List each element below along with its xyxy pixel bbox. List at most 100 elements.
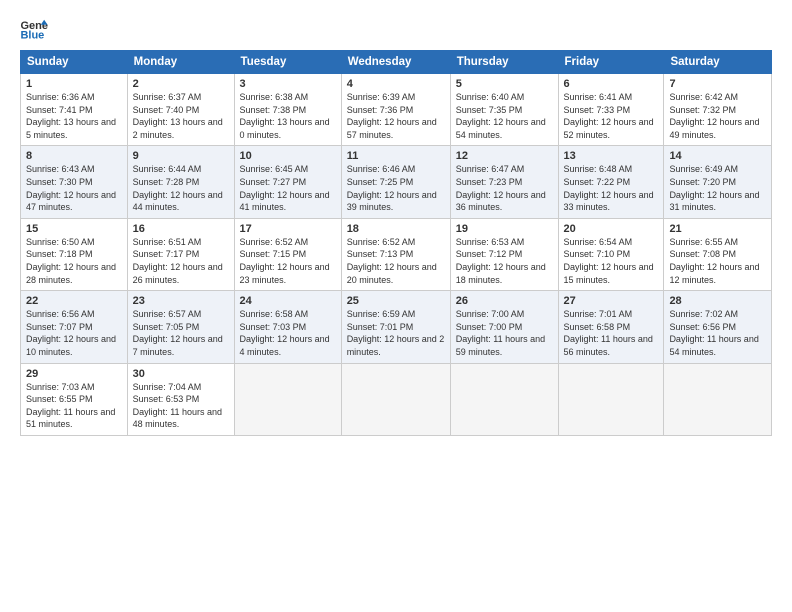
day-cell-8: 8Sunrise: 6:43 AMSunset: 7:30 PMDaylight… <box>21 146 128 218</box>
day-cell-13: 13Sunrise: 6:48 AMSunset: 7:22 PMDayligh… <box>558 146 664 218</box>
day-number: 30 <box>133 368 229 380</box>
day-number: 8 <box>26 150 122 162</box>
day-number: 1 <box>26 78 122 90</box>
day-number: 27 <box>564 295 659 307</box>
day-info: Sunrise: 6:56 AMSunset: 7:07 PMDaylight:… <box>26 308 122 358</box>
day-number: 19 <box>456 223 553 235</box>
col-header-tuesday: Tuesday <box>234 51 341 74</box>
col-header-saturday: Saturday <box>664 51 772 74</box>
day-info: Sunrise: 6:41 AMSunset: 7:33 PMDaylight:… <box>564 91 659 141</box>
day-number: 14 <box>669 150 766 162</box>
col-header-wednesday: Wednesday <box>341 51 450 74</box>
day-info: Sunrise: 6:48 AMSunset: 7:22 PMDaylight:… <box>564 163 659 213</box>
col-header-sunday: Sunday <box>21 51 128 74</box>
day-info: Sunrise: 6:47 AMSunset: 7:23 PMDaylight:… <box>456 163 553 213</box>
day-number: 13 <box>564 150 659 162</box>
col-header-friday: Friday <box>558 51 664 74</box>
day-info: Sunrise: 6:40 AMSunset: 7:35 PMDaylight:… <box>456 91 553 141</box>
day-info: Sunrise: 6:55 AMSunset: 7:08 PMDaylight:… <box>669 236 766 286</box>
day-cell-6: 6Sunrise: 6:41 AMSunset: 7:33 PMDaylight… <box>558 74 664 146</box>
day-cell-2: 2Sunrise: 6:37 AMSunset: 7:40 PMDaylight… <box>127 74 234 146</box>
day-info: Sunrise: 6:44 AMSunset: 7:28 PMDaylight:… <box>133 163 229 213</box>
day-info: Sunrise: 6:57 AMSunset: 7:05 PMDaylight:… <box>133 308 229 358</box>
day-number: 25 <box>347 295 445 307</box>
day-cell-17: 17Sunrise: 6:52 AMSunset: 7:15 PMDayligh… <box>234 218 341 290</box>
calendar-table: SundayMondayTuesdayWednesdayThursdayFrid… <box>20 50 772 436</box>
day-cell-5: 5Sunrise: 6:40 AMSunset: 7:35 PMDaylight… <box>450 74 558 146</box>
day-number: 2 <box>133 78 229 90</box>
day-info: Sunrise: 6:52 AMSunset: 7:13 PMDaylight:… <box>347 236 445 286</box>
day-info: Sunrise: 7:03 AMSunset: 6:55 PMDaylight:… <box>26 381 122 431</box>
day-info: Sunrise: 6:50 AMSunset: 7:18 PMDaylight:… <box>26 236 122 286</box>
empty-cell <box>341 363 450 435</box>
week-row-2: 8Sunrise: 6:43 AMSunset: 7:30 PMDaylight… <box>21 146 772 218</box>
header: General Blue <box>20 18 772 40</box>
day-cell-15: 15Sunrise: 6:50 AMSunset: 7:18 PMDayligh… <box>21 218 128 290</box>
day-info: Sunrise: 6:51 AMSunset: 7:17 PMDaylight:… <box>133 236 229 286</box>
empty-cell <box>234 363 341 435</box>
day-cell-19: 19Sunrise: 6:53 AMSunset: 7:12 PMDayligh… <box>450 218 558 290</box>
day-number: 29 <box>26 368 122 380</box>
col-header-thursday: Thursday <box>450 51 558 74</box>
day-cell-16: 16Sunrise: 6:51 AMSunset: 7:17 PMDayligh… <box>127 218 234 290</box>
day-cell-22: 22Sunrise: 6:56 AMSunset: 7:07 PMDayligh… <box>21 291 128 363</box>
day-cell-1: 1Sunrise: 6:36 AMSunset: 7:41 PMDaylight… <box>21 74 128 146</box>
week-row-5: 29Sunrise: 7:03 AMSunset: 6:55 PMDayligh… <box>21 363 772 435</box>
day-number: 5 <box>456 78 553 90</box>
day-cell-12: 12Sunrise: 6:47 AMSunset: 7:23 PMDayligh… <box>450 146 558 218</box>
day-number: 17 <box>240 223 336 235</box>
day-info: Sunrise: 6:39 AMSunset: 7:36 PMDaylight:… <box>347 91 445 141</box>
day-number: 10 <box>240 150 336 162</box>
day-info: Sunrise: 6:36 AMSunset: 7:41 PMDaylight:… <box>26 91 122 141</box>
day-number: 16 <box>133 223 229 235</box>
day-info: Sunrise: 6:43 AMSunset: 7:30 PMDaylight:… <box>26 163 122 213</box>
empty-cell <box>450 363 558 435</box>
logo-icon: General Blue <box>20 18 48 40</box>
day-info: Sunrise: 6:59 AMSunset: 7:01 PMDaylight:… <box>347 308 445 358</box>
day-number: 18 <box>347 223 445 235</box>
day-info: Sunrise: 6:49 AMSunset: 7:20 PMDaylight:… <box>669 163 766 213</box>
day-number: 3 <box>240 78 336 90</box>
day-info: Sunrise: 6:46 AMSunset: 7:25 PMDaylight:… <box>347 163 445 213</box>
logo: General Blue <box>20 18 48 40</box>
day-cell-7: 7Sunrise: 6:42 AMSunset: 7:32 PMDaylight… <box>664 74 772 146</box>
day-cell-26: 26Sunrise: 7:00 AMSunset: 7:00 PMDayligh… <box>450 291 558 363</box>
day-number: 26 <box>456 295 553 307</box>
day-cell-25: 25Sunrise: 6:59 AMSunset: 7:01 PMDayligh… <box>341 291 450 363</box>
day-cell-23: 23Sunrise: 6:57 AMSunset: 7:05 PMDayligh… <box>127 291 234 363</box>
empty-cell <box>664 363 772 435</box>
day-cell-24: 24Sunrise: 6:58 AMSunset: 7:03 PMDayligh… <box>234 291 341 363</box>
day-number: 4 <box>347 78 445 90</box>
day-info: Sunrise: 7:01 AMSunset: 6:58 PMDaylight:… <box>564 308 659 358</box>
day-info: Sunrise: 6:58 AMSunset: 7:03 PMDaylight:… <box>240 308 336 358</box>
svg-text:Blue: Blue <box>20 29 44 40</box>
week-row-4: 22Sunrise: 6:56 AMSunset: 7:07 PMDayligh… <box>21 291 772 363</box>
day-number: 9 <box>133 150 229 162</box>
day-info: Sunrise: 7:02 AMSunset: 6:56 PMDaylight:… <box>669 308 766 358</box>
day-cell-20: 20Sunrise: 6:54 AMSunset: 7:10 PMDayligh… <box>558 218 664 290</box>
day-info: Sunrise: 6:42 AMSunset: 7:32 PMDaylight:… <box>669 91 766 141</box>
day-cell-9: 9Sunrise: 6:44 AMSunset: 7:28 PMDaylight… <box>127 146 234 218</box>
day-number: 6 <box>564 78 659 90</box>
day-number: 21 <box>669 223 766 235</box>
day-info: Sunrise: 6:52 AMSunset: 7:15 PMDaylight:… <box>240 236 336 286</box>
day-cell-28: 28Sunrise: 7:02 AMSunset: 6:56 PMDayligh… <box>664 291 772 363</box>
day-info: Sunrise: 7:04 AMSunset: 6:53 PMDaylight:… <box>133 381 229 431</box>
day-info: Sunrise: 6:45 AMSunset: 7:27 PMDaylight:… <box>240 163 336 213</box>
empty-cell <box>558 363 664 435</box>
day-number: 12 <box>456 150 553 162</box>
week-row-3: 15Sunrise: 6:50 AMSunset: 7:18 PMDayligh… <box>21 218 772 290</box>
day-number: 28 <box>669 295 766 307</box>
day-cell-29: 29Sunrise: 7:03 AMSunset: 6:55 PMDayligh… <box>21 363 128 435</box>
calendar-header-row: SundayMondayTuesdayWednesdayThursdayFrid… <box>21 51 772 74</box>
day-cell-30: 30Sunrise: 7:04 AMSunset: 6:53 PMDayligh… <box>127 363 234 435</box>
day-cell-11: 11Sunrise: 6:46 AMSunset: 7:25 PMDayligh… <box>341 146 450 218</box>
day-number: 22 <box>26 295 122 307</box>
day-number: 7 <box>669 78 766 90</box>
day-info: Sunrise: 6:37 AMSunset: 7:40 PMDaylight:… <box>133 91 229 141</box>
day-number: 20 <box>564 223 659 235</box>
day-number: 23 <box>133 295 229 307</box>
day-cell-10: 10Sunrise: 6:45 AMSunset: 7:27 PMDayligh… <box>234 146 341 218</box>
day-number: 24 <box>240 295 336 307</box>
week-row-1: 1Sunrise: 6:36 AMSunset: 7:41 PMDaylight… <box>21 74 772 146</box>
